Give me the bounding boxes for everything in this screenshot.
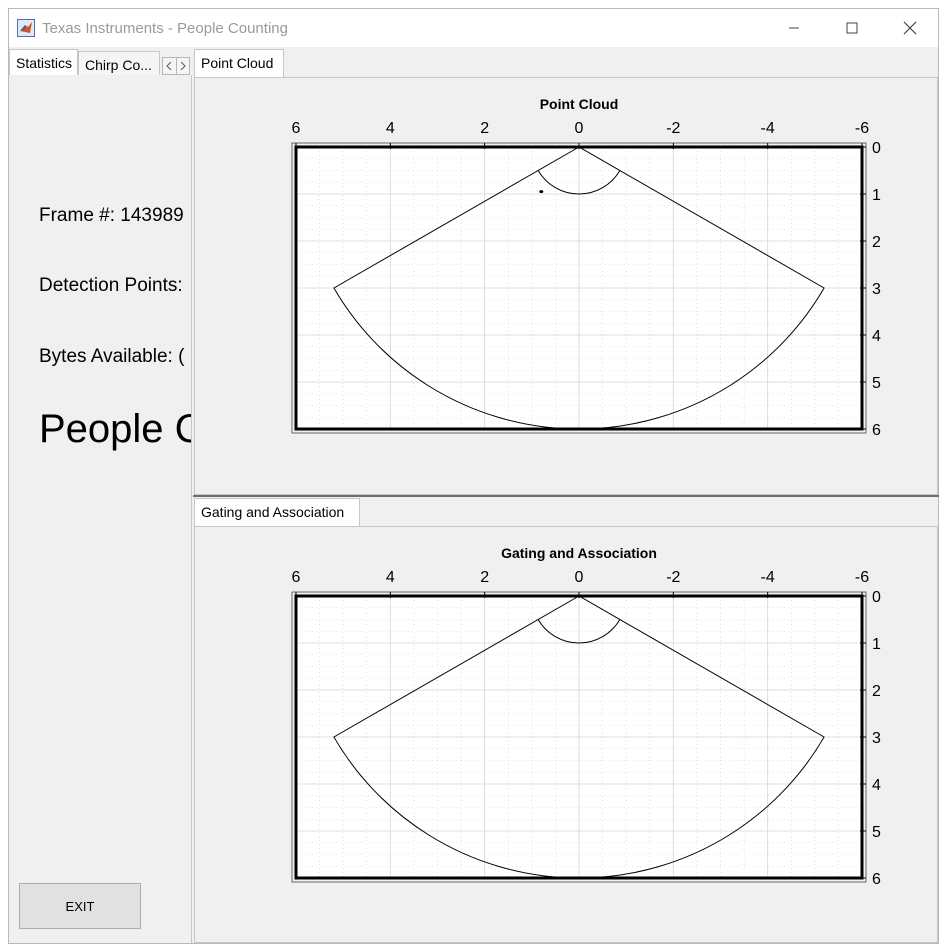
y-tick-label: 5 [872,375,881,392]
tab-scroll-arrows [162,57,190,75]
bytes-available-label: Bytes Available: ( [39,346,185,367]
x-tick-label: -4 [761,120,775,137]
x-tick-label: 4 [386,120,395,137]
matlab-app-icon [17,19,35,37]
x-tick-label: 6 [292,120,301,137]
x-tick-label: -6 [855,120,869,137]
x-tick-label: 0 [575,569,584,586]
y-tick-label: 5 [872,824,881,841]
frame-number-label: Frame #: 143989 [39,205,184,226]
data-point [539,190,544,194]
x-tick-label: 2 [480,569,489,586]
statistics-panel: Frame #: 143989 Detection Points: Bytes … [9,75,192,943]
x-tick-label: -4 [761,569,775,586]
point-cloud-tab-strip: Point Cloud [194,49,394,78]
tab-gating-association[interactable]: Gating and Association [194,498,360,527]
y-tick-label: 0 [872,589,881,606]
x-tick-label: 2 [480,120,489,137]
x-tick-label: -6 [855,569,869,586]
point-cloud-plot: 6 4 2 0 -2 -4 -60123456Point Cloud [292,96,881,439]
y-tick-label: 1 [872,187,881,204]
people-count-label: People C [39,407,192,451]
tab-statistics[interactable]: Statistics [9,49,78,78]
tab-scroll-left-button[interactable] [163,58,176,74]
chart-title: Point Cloud [540,96,619,112]
y-tick-label: 2 [872,234,881,251]
tab-scroll-right-button[interactable] [175,58,190,74]
minimize-button[interactable] [765,9,823,47]
tab-point-cloud[interactable]: Point Cloud [194,49,284,78]
close-button[interactable] [881,9,939,47]
y-tick-label: 1 [872,636,881,653]
tab-chirp-config[interactable]: Chirp Co... [78,51,160,77]
x-tick-label: -2 [666,569,680,586]
y-tick-label: 4 [872,777,881,794]
point-cloud-panel: 6 4 2 0 -2 -4 -6 0 1 2 3 4 5 6 Point Cloud [194,77,938,495]
panel-divider[interactable] [193,495,939,497]
gating-tab-strip: Gating and Association [194,498,394,527]
x-tick-label: -2 [666,120,680,137]
x-tick-label: 0 [575,120,584,137]
gating-association-plot: 6 4 2 0 -2 -4 -60123456Gating and Association [292,545,881,888]
gating-association-panel: 6 4 2 0 -2 -4 -6 0 1 2 3 4 5 6 Gating and Association [194,526,938,943]
x-tick-label: 6 [292,569,301,586]
y-tick-label: 3 [872,281,881,298]
y-tick-label: 6 [872,422,881,439]
left-tab-strip: Statistics Chirp Co... [9,49,192,78]
chevron-right-icon [180,62,186,70]
y-tick-label: 6 [872,871,881,888]
detection-points-label: Detection Points: [39,275,183,296]
exit-button[interactable]: EXIT [19,883,141,929]
chevron-left-icon [166,62,172,70]
maximize-button[interactable] [823,9,881,47]
window-title: Texas Instruments - People Counting [42,20,288,37]
title-bar: Texas Instruments - People Counting [9,9,938,47]
chart-title: Gating and Association [501,545,657,561]
y-tick-label: 2 [872,683,881,700]
x-tick-label: 4 [386,569,395,586]
y-tick-label: 4 [872,328,881,345]
y-tick-label: 0 [872,140,881,157]
app-window: Texas Instruments - People Counting Stat… [8,8,939,944]
y-tick-label: 3 [872,730,881,747]
